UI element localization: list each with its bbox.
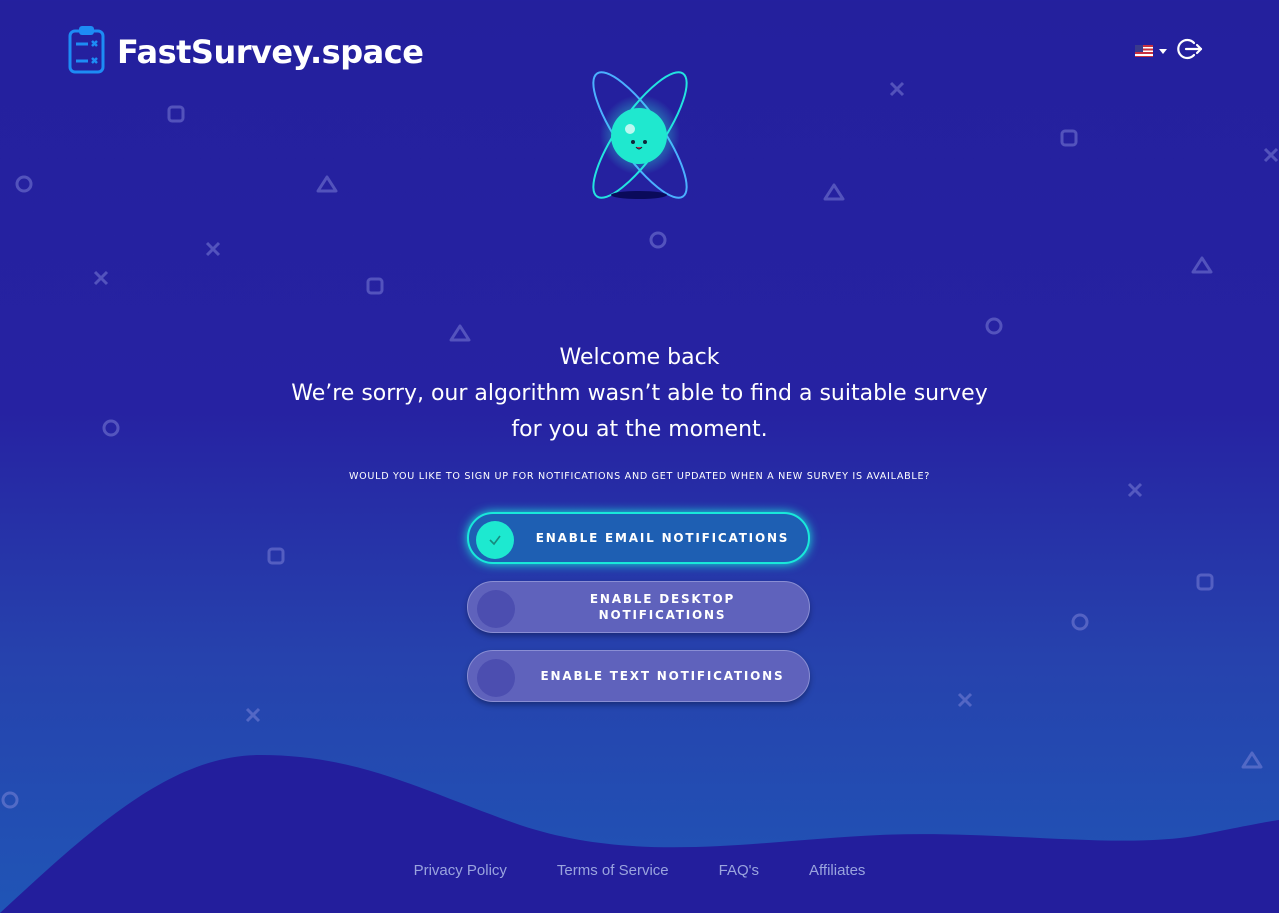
toggle-knob <box>477 590 515 628</box>
cross-shape <box>1262 146 1279 164</box>
clipboard-icon <box>68 25 105 78</box>
notification-prompt: WOULD YOU LIKE TO SIGN UP FOR NOTIFICATI… <box>348 471 930 482</box>
welcome-line-2: We’re sorry, our algorithm wasn’t able t… <box>291 381 988 406</box>
footer-link-affiliates[interactable]: Affiliates <box>809 862 865 879</box>
chevron-down-icon <box>1159 48 1167 54</box>
toggle-label: ENABLE TEXT NOTIFICATIONS <box>540 669 785 683</box>
square-shape <box>167 105 185 123</box>
circle-shape <box>984 316 1004 336</box>
toggle-desktop-notifications[interactable]: ENABLE DESKTOP NOTIFICATIONS <box>467 581 810 633</box>
brand-name: FastSurvey.space <box>117 32 424 71</box>
us-flag-icon <box>1135 45 1153 57</box>
toggle-knob <box>476 521 514 559</box>
check-icon <box>489 535 501 546</box>
toggle-text-notifications[interactable]: ENABLE TEXT NOTIFICATIONS <box>467 650 810 702</box>
brand-logo[interactable]: FastSurvey.space <box>68 25 424 78</box>
square-shape <box>366 277 384 295</box>
triangle-shape <box>822 182 846 202</box>
toggle-email-notifications[interactable]: ENABLE EMAIL NOTIFICATIONS <box>467 512 810 564</box>
square-shape <box>1196 573 1214 591</box>
toggle-knob <box>477 659 515 697</box>
cross-shape <box>204 240 222 258</box>
footer-link-privacy-policy[interactable]: Privacy Policy <box>414 862 507 879</box>
cross-shape <box>888 80 906 98</box>
square-shape <box>267 547 285 565</box>
toggle-label: ENABLE EMAIL NOTIFICATIONS <box>535 531 790 545</box>
triangle-shape <box>315 174 339 194</box>
cross-shape <box>1126 481 1144 499</box>
welcome-line-3: for you at the moment. <box>511 417 768 442</box>
atom-mascot-illustration <box>560 55 720 209</box>
header-actions <box>1135 38 1203 64</box>
cross-shape <box>92 269 110 287</box>
circle-shape <box>14 174 34 194</box>
footer-links: Privacy Policy Terms of Service FAQ's Af… <box>0 862 1279 879</box>
footer-link-terms-of-service[interactable]: Terms of Service <box>557 862 669 879</box>
circle-shape <box>648 230 668 250</box>
triangle-shape <box>1190 255 1214 275</box>
footer-wave <box>0 755 1279 913</box>
welcome-message: Welcome back We’re sorry, our algorithm … <box>0 340 1279 448</box>
square-shape <box>1060 129 1078 147</box>
footer-link-faqs[interactable]: FAQ's <box>719 862 759 879</box>
circle-shape <box>1070 612 1090 632</box>
welcome-title: Welcome back <box>559 345 720 370</box>
toggle-label: ENABLE DESKTOP NOTIFICATIONS <box>589 592 736 622</box>
language-selector[interactable] <box>1135 45 1167 57</box>
logout-icon[interactable] <box>1177 38 1203 64</box>
